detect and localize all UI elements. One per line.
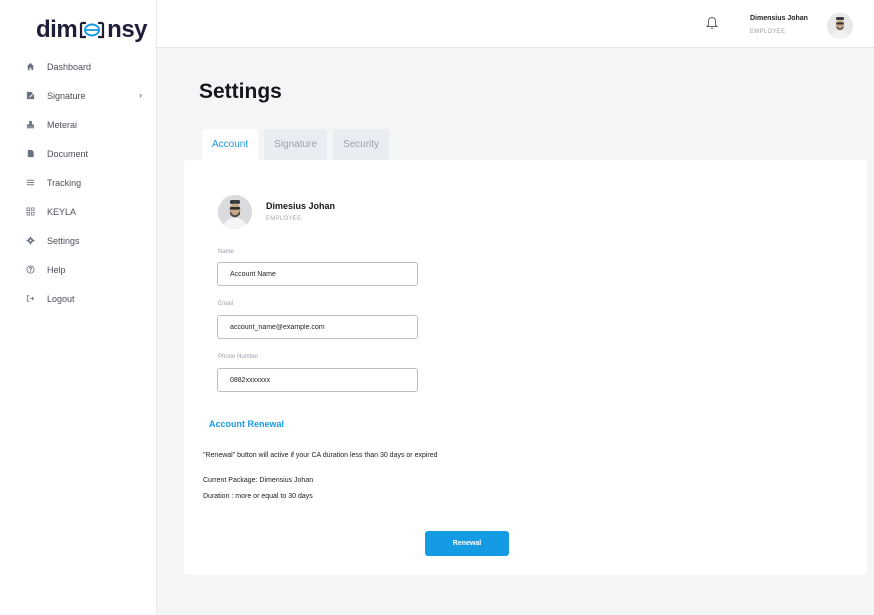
phone-label: Phone Number [218, 354, 259, 360]
logo-text-left: dim [36, 16, 78, 43]
renewal-heading: Account Renewal [209, 419, 285, 429]
sidebar-item-meterai[interactable]: Meterai [0, 110, 157, 139]
tab-signature[interactable]: Signature [264, 129, 327, 160]
sidebar-item-label: Meterai [47, 119, 78, 130]
home-icon [25, 62, 35, 72]
sidebar-item-label: Tracking [47, 177, 82, 188]
name-field[interactable] [217, 262, 418, 286]
list-icon [25, 178, 35, 188]
sidebar-nav: Dashboard Signature › Meterai Document T… [0, 52, 157, 313]
sidebar: dim nsy Dashboard Signature › Meterai Do… [0, 0, 157, 615]
tab-security[interactable]: Security [332, 129, 390, 160]
tab-account[interactable]: Account [202, 129, 259, 160]
stamp-icon [25, 120, 35, 130]
pen-icon [25, 91, 35, 101]
bell-icon[interactable] [705, 16, 719, 30]
sidebar-item-signature[interactable]: Signature › [0, 81, 157, 110]
current-package: Current Package: Dimensius Johan [203, 477, 314, 484]
sidebar-item-logout[interactable]: Logout [0, 284, 157, 313]
email-field[interactable] [217, 315, 418, 339]
renewal-button[interactable]: Renewal [425, 531, 509, 556]
gear-icon [25, 236, 35, 246]
chevron-right-icon: › [139, 90, 142, 100]
logout-icon [25, 294, 35, 304]
profile-name: Dimesius Johan [266, 201, 336, 211]
email-label: Email [218, 301, 234, 307]
avatar[interactable] [827, 13, 853, 39]
sidebar-item-label: Settings [47, 235, 80, 246]
profile-avatar [218, 195, 252, 229]
sidebar-item-tracking[interactable]: Tracking [0, 168, 157, 197]
sidebar-item-label: Help [47, 264, 66, 275]
header-user-role: EMPLOYEE [750, 29, 786, 35]
renewal-note: "Renewal" button will active if your CA … [203, 452, 438, 459]
profile-role: EMPLOYEE [266, 216, 302, 222]
help-icon [25, 265, 35, 275]
settings-tabs: Account Signature Security [202, 129, 395, 160]
page-title: Settings [199, 80, 282, 103]
sidebar-item-label: Document [47, 148, 89, 159]
sidebar-item-dashboard[interactable]: Dashboard [0, 52, 157, 81]
sidebar-item-label: KEYLA [47, 206, 77, 217]
top-header: Dimensius Johan EMPLOYEE [157, 0, 874, 48]
logo-e-mark-icon [78, 19, 106, 41]
package-duration: Duration : more or equal to 30 days [203, 493, 313, 500]
logo-text-right: nsy [107, 16, 148, 43]
brand-logo[interactable]: dim nsy [36, 16, 148, 44]
sidebar-item-keyla[interactable]: KEYLA [0, 197, 157, 226]
sidebar-item-document[interactable]: Document [0, 139, 157, 168]
sidebar-item-label: Signature [47, 90, 86, 101]
sidebar-item-settings[interactable]: Settings [0, 226, 157, 255]
document-icon [25, 149, 35, 159]
name-label: Name [218, 249, 235, 255]
phone-field[interactable] [217, 368, 418, 392]
sidebar-item-label: Logout [47, 293, 75, 304]
sidebar-item-help[interactable]: Help [0, 255, 157, 284]
header-user-name[interactable]: Dimensius Johan [750, 15, 808, 22]
sidebar-item-label: Dashboard [47, 61, 92, 72]
grid-icon [25, 207, 35, 217]
